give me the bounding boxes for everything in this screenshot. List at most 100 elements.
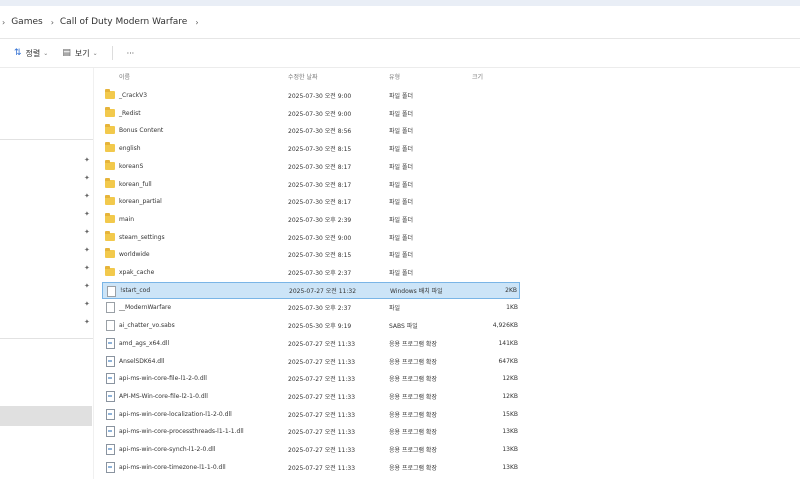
nav-selected-item[interactable] [0,406,92,426]
view-label: 보기 [74,48,90,58]
file-size: 2KB [505,286,517,294]
file-icon [106,320,115,332]
file-type: 파일 폴더 [389,234,413,242]
file-row[interactable]: xpak_cache 2025-07-30 오후 2:37 파일 폴더 [102,264,520,281]
file-row[interactable]: Bonus Content 2025-07-30 오전 8:56 파일 폴더 [102,122,520,139]
file-row[interactable]: !start_cod 2025-07-27 오전 11:32 Windows 배치 … [102,281,520,299]
folder-icon [105,248,115,259]
file-type: 파일 폴더 [389,93,413,100]
file-row[interactable]: amd_ags_x64.dll 2025-07-27 오전 11:33 응용 프로그… [102,335,520,352]
file-date: 2025-05-30 오후 9:19 [288,323,352,331]
file-row[interactable]: main 2025-07-30 오후 2:39 파일 폴더 [102,211,520,228]
file-name: steam_settings [119,233,165,241]
file-date: 2025-07-27 오전 11:32 [289,287,357,295]
file-row[interactable]: api-ms-win-core-synch-l1-2-0.dll 2025-07-… [102,441,520,458]
file-row[interactable]: api-ms-win-core-localization-l1-2-0.dll 2… [102,406,520,423]
file-size: 13KB [502,463,518,471]
file-name: api-ms-win-core-processthreads-l1-1-1.dl… [119,428,244,436]
more-options-button[interactable]: ··· [127,49,135,58]
file-size: 12KB [502,392,518,400]
file-name: worldwide [119,251,150,259]
folder-icon [105,212,115,223]
file-name: api-ms-win-core-file-l1-2-0.dll [119,375,207,383]
file-row[interactable]: api-ms-win-core-timezone-l1-1-0.dll 2025-… [102,459,520,476]
folder-icon [105,177,115,188]
file-type: 응용 프로그램 확장 [389,358,437,366]
file-date: 2025-07-27 오전 11:33 [288,464,356,472]
column-header-type[interactable]: 유형 [389,72,400,81]
file-date: 2025-07-27 오전 11:33 [288,358,356,366]
view-button[interactable]: ▤ 보기 ⌄ [62,48,97,59]
file-row[interactable]: _CrackV3 2025-07-30 오전 9:00 파일 폴더 [102,87,520,104]
file-name: _CrackV3 [119,92,148,99]
dll-file-icon [106,355,115,367]
file-date: 2025-07-30 오전 9:00 [288,234,352,242]
file-name: API-MS-Win-core-file-l2-1-0.dll [119,392,208,400]
address-bar[interactable]: › Games › Call of Duty Modern Warfare › [0,6,800,39]
file-type: 응용 프로그램 확장 [389,447,437,454]
file-row[interactable]: english 2025-07-30 오전 8:15 파일 폴더 [102,140,520,157]
dll-file-icon [106,444,115,455]
folder-icon [105,106,115,117]
file-row[interactable]: API-MS-Win-core-file-l2-1-0.dll 2025-07-2… [102,388,520,405]
file-name: main [119,215,134,223]
file-date: 2025-07-30 오전 8:17 [288,199,352,207]
file-date: 2025-07-30 오전 8:17 [288,163,352,171]
file-date: 2025-07-30 오전 8:56 [288,128,352,136]
file-row[interactable]: ai_chatter_vo.sabs 2025-05-30 오후 9:19 SABS… [102,317,520,334]
file-size: 13KB [502,428,518,436]
pin-icon: ✦ [84,246,90,254]
breadcrumb-item[interactable]: Call of Duty Modern Warfare [60,17,187,27]
pin-icon: ✦ [84,210,90,218]
file-name: api-ms-win-core-synch-l1-2-0.dll [119,446,216,453]
file-name: korean_partial [119,198,162,206]
sort-button[interactable]: ⇅ 정렬 ⌄ [14,48,48,59]
folder-icon [105,159,115,170]
file-size: 647KB [498,357,518,365]
file-row[interactable]: api-ms-win-core-processthreads-l1-1-1.dl… [102,423,520,440]
file-row[interactable]: worldwide 2025-07-30 오전 8:15 파일 폴더 [102,246,520,263]
chevron-down-icon: ⌄ [92,49,98,57]
file-size: 15KB [502,410,518,418]
pin-icon: ✦ [84,174,90,182]
more-icon: ··· [126,48,135,58]
view-icon: ▤ [62,48,71,58]
dll-file-icon [106,408,115,420]
file-row[interactable]: __ModernWarfare 2025-07-30 오후 2:37 파일 1KB [102,299,520,316]
file-type: 파일 폴더 [389,181,413,189]
column-header-size[interactable]: 크기 [472,72,483,81]
file-name: api-ms-win-core-localization-l1-2-0.dll [119,410,232,418]
file-icon [106,302,115,314]
file-type: SABS 파일 [389,323,418,331]
file-type: 응용 프로그램 확장 [389,464,437,472]
file-name: koreanS [119,162,144,170]
file-row[interactable]: AnselSDK64.dll 2025-07-27 오전 11:33 응용 프로그램… [102,353,520,370]
file-row[interactable]: api-ms-win-core-file-l1-2-0.dll 2025-07-2… [102,370,520,387]
file-row[interactable]: korean_full 2025-07-30 오전 8:17 파일 폴더 [102,176,520,193]
folder-icon [105,142,115,153]
file-row[interactable]: steam_settings 2025-07-30 오전 9:00 파일 폴더 [102,229,520,246]
column-header-date[interactable]: 수정한 날짜 [288,72,318,81]
breadcrumb-item[interactable]: Games [11,17,42,27]
file-size: 1KB [506,304,518,312]
file-name: xpak_cache [119,269,155,276]
file-type: 응용 프로그램 확장 [389,393,437,401]
file-row[interactable]: _Redist 2025-07-30 오전 9:00 파일 폴더 [102,105,520,122]
sort-icon: ⇅ [14,48,22,58]
file-date: 2025-07-30 오전 8:15 [288,146,352,154]
dll-file-icon [106,461,115,473]
column-header-name[interactable]: 이름 [119,72,130,81]
pin-icon: ✦ [84,228,90,236]
file-size: 13KB [502,446,518,453]
file-size: 4,926KB [492,322,518,330]
file-name: ai_chatter_vo.sabs [119,322,175,330]
file-row[interactable]: korean_partial 2025-07-30 오전 8:17 파일 폴더 [102,193,520,210]
file-name: Bonus Content [119,127,164,135]
pin-icon: ✦ [84,300,90,308]
file-type: 응용 프로그램 확장 [389,376,437,384]
chevron-right-icon: › [2,17,6,27]
file-name: api-ms-win-core-timezone-l1-1-0.dll [119,463,226,471]
navigation-pane[interactable]: ✦ ✦ ✦ ✦ ✦ ✦ ✦ ✦ ✦ ✦ [0,68,94,479]
file-row[interactable]: koreanS 2025-07-30 오전 8:17 파일 폴더 [102,158,520,175]
file-size: 141KB [498,339,518,347]
